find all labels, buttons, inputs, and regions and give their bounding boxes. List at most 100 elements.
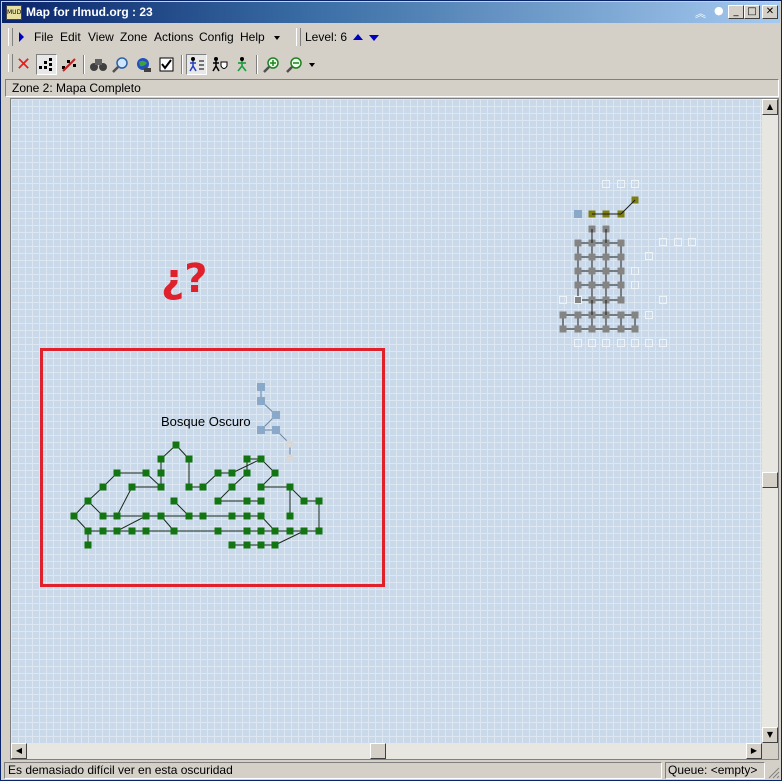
status-bar: Es demasiado difícil ver en esta oscurid… bbox=[2, 761, 780, 780]
toolbar-separator bbox=[256, 55, 258, 74]
room-node[interactable] bbox=[574, 281, 582, 289]
scroll-down-button[interactable]: ▼ bbox=[762, 727, 778, 743]
exit-line bbox=[620, 199, 636, 215]
map-canvas[interactable]: ¿? Bosque Oscuro bbox=[11, 99, 762, 743]
room-node[interactable] bbox=[617, 239, 625, 247]
room-node[interactable] bbox=[631, 267, 639, 275]
map-window: MUD Map for rlmud.org : 23 ︽ ● _ □ ✕ Fil… bbox=[0, 0, 782, 781]
menu-edit[interactable]: Edit bbox=[60, 30, 81, 44]
vertical-scroll-thumb[interactable] bbox=[762, 472, 778, 488]
toolbar-separator bbox=[181, 55, 183, 74]
minimize-button[interactable]: _ bbox=[728, 5, 744, 19]
chevron-up-icon[interactable]: ︽ bbox=[695, 5, 706, 21]
find-icon[interactable] bbox=[110, 54, 131, 75]
room-node[interactable] bbox=[645, 311, 653, 319]
room-node[interactable] bbox=[588, 253, 596, 261]
window-title: Map for rlmud.org : 23 bbox=[26, 5, 153, 19]
room-node[interactable] bbox=[674, 238, 682, 246]
room-node[interactable] bbox=[659, 339, 667, 347]
delete-icon[interactable]: ✕ bbox=[13, 54, 34, 75]
room-node[interactable] bbox=[602, 180, 610, 188]
binoculars-icon[interactable] bbox=[88, 54, 109, 75]
walker-list-icon[interactable] bbox=[186, 54, 207, 75]
level-up-icon[interactable] bbox=[353, 34, 363, 40]
room-node[interactable] bbox=[602, 339, 610, 347]
dot-icon[interactable]: ● bbox=[714, 4, 724, 17]
walker-icon[interactable] bbox=[232, 54, 253, 75]
zone-label: Zone 2: Mapa Completo bbox=[12, 81, 141, 95]
room-node[interactable] bbox=[588, 281, 596, 289]
room-node[interactable] bbox=[559, 325, 567, 333]
walker-shield-icon[interactable] bbox=[209, 54, 230, 75]
menubar-grip[interactable] bbox=[8, 28, 13, 46]
room-node[interactable] bbox=[617, 253, 625, 261]
room-node[interactable] bbox=[574, 239, 582, 247]
room-node[interactable] bbox=[602, 325, 610, 333]
room-node[interactable] bbox=[574, 339, 582, 347]
zone-bar: Zone 2: Mapa Completo bbox=[5, 79, 779, 97]
scroll-up-button[interactable]: ▲ bbox=[762, 99, 778, 115]
room-node[interactable] bbox=[659, 296, 667, 304]
toolbar: ✕ bbox=[2, 51, 322, 77]
app-icon[interactable]: MUD bbox=[6, 5, 22, 20]
room-node[interactable] bbox=[574, 311, 582, 319]
room-node[interactable] bbox=[631, 180, 639, 188]
checkbox-icon[interactable] bbox=[156, 54, 177, 75]
room-node[interactable] bbox=[574, 267, 582, 275]
menu-overflow-icon[interactable] bbox=[274, 36, 280, 40]
room-node[interactable] bbox=[559, 311, 567, 319]
scroll-left-button[interactable]: ◀ bbox=[11, 743, 27, 759]
room-node[interactable] bbox=[574, 325, 582, 333]
room-node[interactable] bbox=[588, 325, 596, 333]
room-node[interactable] bbox=[617, 339, 625, 347]
room-node[interactable] bbox=[617, 296, 625, 304]
horizontal-scroll-thumb[interactable] bbox=[370, 743, 386, 759]
scroll-right-button[interactable]: ▶ bbox=[746, 743, 762, 759]
room-node[interactable] bbox=[617, 267, 625, 275]
level-down-icon[interactable] bbox=[369, 35, 379, 41]
menu-view[interactable]: View bbox=[88, 30, 114, 44]
play-icon[interactable] bbox=[19, 32, 24, 42]
area-label: Bosque Oscuro bbox=[161, 414, 251, 429]
room-node[interactable] bbox=[574, 253, 582, 261]
route-icon[interactable] bbox=[59, 54, 80, 75]
menu-config[interactable]: Config bbox=[199, 30, 234, 44]
room-node[interactable] bbox=[617, 281, 625, 289]
horizontal-scrollbar[interactable]: ◀ ▶ bbox=[11, 743, 762, 759]
room-node[interactable] bbox=[631, 311, 639, 319]
menu-file[interactable]: File bbox=[34, 30, 53, 44]
room-node[interactable] bbox=[588, 267, 596, 275]
room-grid-icon[interactable] bbox=[36, 54, 57, 75]
zoom-in-icon[interactable] bbox=[261, 54, 282, 75]
room-node[interactable] bbox=[559, 296, 567, 304]
room-node[interactable] bbox=[617, 311, 625, 319]
zoom-dropdown-icon[interactable] bbox=[309, 63, 315, 67]
room-node[interactable] bbox=[659, 238, 667, 246]
room-node[interactable] bbox=[602, 267, 610, 275]
room-node[interactable] bbox=[574, 296, 582, 304]
maximize-button[interactable]: □ bbox=[744, 5, 760, 19]
room-node[interactable] bbox=[588, 339, 596, 347]
status-message: Es demasiado difícil ver en esta oscurid… bbox=[4, 762, 662, 779]
room-node[interactable] bbox=[645, 339, 653, 347]
level-grip[interactable] bbox=[296, 28, 301, 46]
room-node[interactable] bbox=[688, 238, 696, 246]
room-node[interactable] bbox=[602, 253, 610, 261]
vertical-scrollbar[interactable]: ▲ ▼ bbox=[762, 99, 778, 743]
room-node[interactable] bbox=[631, 325, 639, 333]
room-node[interactable] bbox=[645, 252, 653, 260]
zoom-out-icon[interactable] bbox=[284, 54, 305, 75]
globe-icon[interactable] bbox=[133, 54, 154, 75]
menu-zone[interactable]: Zone bbox=[120, 30, 147, 44]
room-node[interactable] bbox=[617, 325, 625, 333]
room-node[interactable] bbox=[617, 180, 625, 188]
room-node[interactable] bbox=[602, 281, 610, 289]
title-bar[interactable]: MUD Map for rlmud.org : 23 ︽ ● _ □ ✕ bbox=[2, 2, 780, 23]
resize-grip-icon[interactable] bbox=[768, 767, 780, 779]
room-node[interactable] bbox=[631, 281, 639, 289]
close-button[interactable]: ✕ bbox=[762, 5, 778, 19]
room-node[interactable] bbox=[631, 339, 639, 347]
room-node[interactable] bbox=[574, 210, 582, 218]
menu-actions[interactable]: Actions bbox=[154, 30, 193, 44]
menu-help[interactable]: Help bbox=[240, 30, 265, 44]
